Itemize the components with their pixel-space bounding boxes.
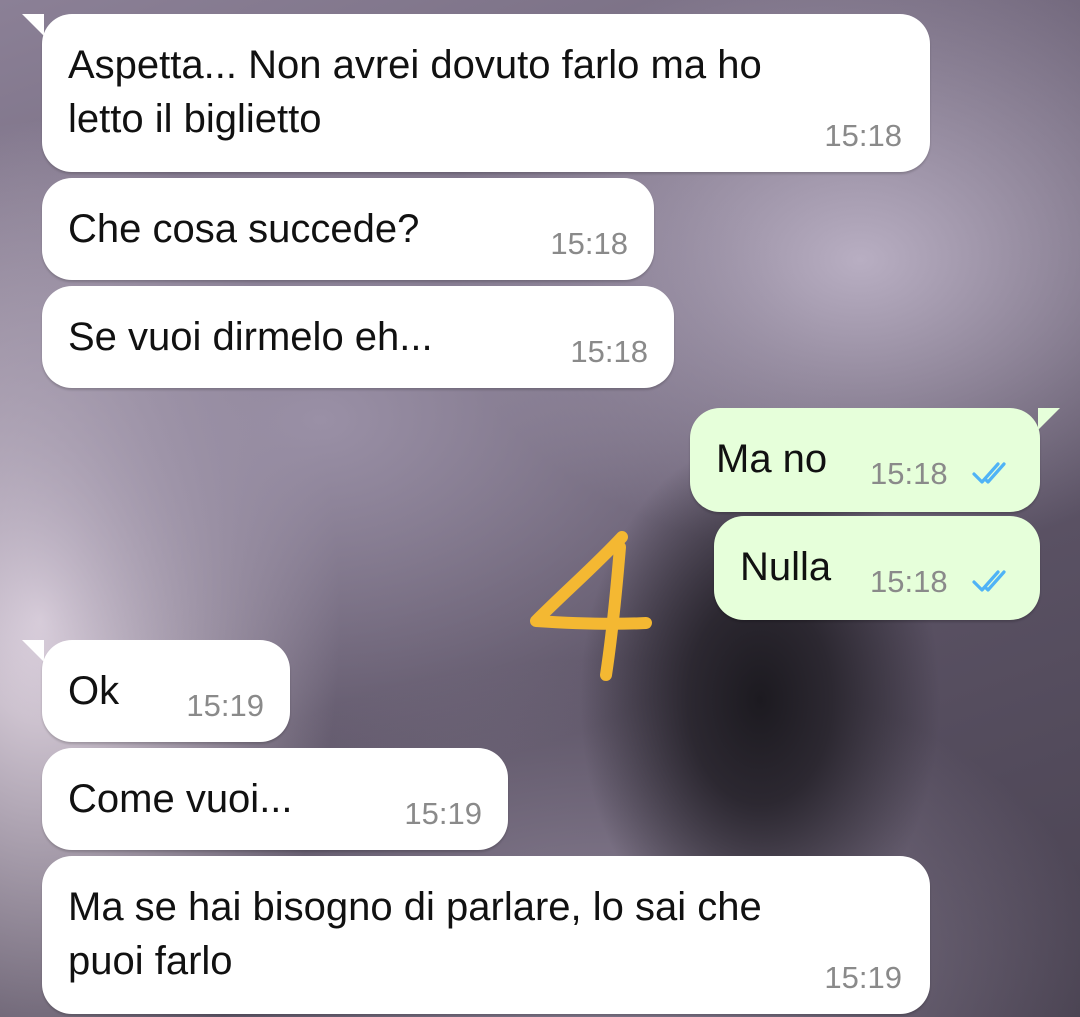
message-timestamp: 15:19 <box>186 688 264 723</box>
handwritten-number-annotation: 4 <box>526 525 652 681</box>
message-timestamp: 15:19 <box>824 960 902 995</box>
message-bubble-incoming[interactable]: Aspetta... Non avrei dovuto farlo ma ho … <box>42 14 930 172</box>
bubble-tail <box>22 640 44 662</box>
message-timestamp: 15:18 <box>870 564 948 599</box>
message-timestamp: 15:18 <box>870 456 948 491</box>
double-check-icon <box>972 462 1006 484</box>
message-bubble-incoming[interactable]: Come vuoi... 15:19 <box>42 748 508 850</box>
annotation-label: 4 <box>526 525 527 526</box>
bubble-tail <box>1038 408 1060 430</box>
message-bubble-outgoing[interactable]: Ma no 15:18 <box>690 408 1040 512</box>
message-bubble-outgoing[interactable]: Nulla 15:18 <box>714 516 1040 620</box>
message-text: Aspetta... Non avrei dovuto farlo ma ho … <box>68 43 762 141</box>
message-text: Ma se hai bisogno di parlare, lo sai che… <box>68 885 762 983</box>
double-check-icon <box>972 570 1006 592</box>
message-timestamp: 15:18 <box>824 118 902 153</box>
message-bubble-incoming[interactable]: Se vuoi dirmelo eh... 15:18 <box>42 286 674 388</box>
message-bubble-incoming[interactable]: Ma se hai bisogno di parlare, lo sai che… <box>42 856 930 1014</box>
message-timestamp: 15:18 <box>570 334 648 369</box>
message-timestamp: 15:18 <box>550 226 628 261</box>
message-bubble-incoming[interactable]: Che cosa succede? 15:18 <box>42 178 654 280</box>
message-bubble-incoming[interactable]: Ok 15:19 <box>42 640 290 742</box>
message-timestamp: 15:19 <box>404 796 482 831</box>
message-text: Ma no <box>716 437 828 481</box>
message-text: Che cosa succede? <box>68 207 420 251</box>
message-text: Se vuoi dirmelo eh... <box>68 315 433 359</box>
bubble-tail <box>22 14 44 36</box>
